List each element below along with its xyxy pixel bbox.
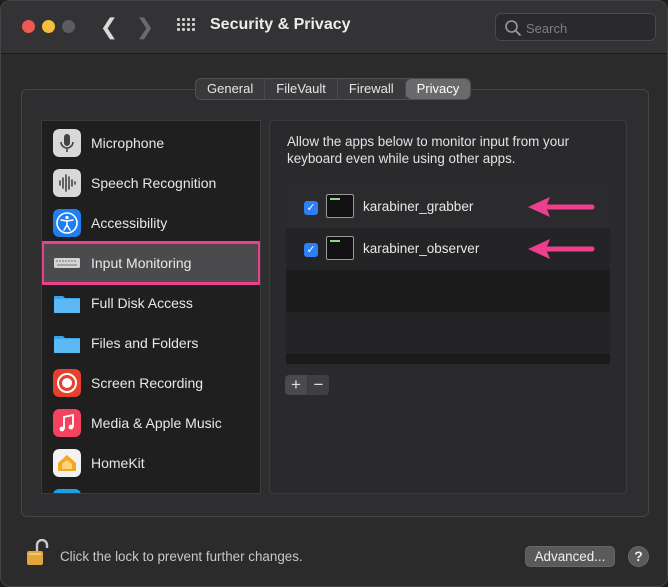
empty-list-row xyxy=(286,270,610,312)
app-checkbox[interactable]: ✓ xyxy=(304,243,318,257)
app-name: karabiner_observer xyxy=(363,241,480,256)
description-text: Allow the apps below to monitor input fr… xyxy=(287,134,570,166)
waveform-icon xyxy=(53,169,81,197)
microphone-icon xyxy=(53,129,81,157)
remove-app-button[interactable]: − xyxy=(307,375,329,395)
list-item-karabiner-observer[interactable]: ✓ karabiner_observer xyxy=(286,228,610,270)
tab-bar: General FileVault Firewall Privacy xyxy=(195,78,472,100)
sidebar-item-files-and-folders[interactable]: Files and Folders xyxy=(43,323,259,363)
sidebar-item-partial xyxy=(43,483,259,493)
keyboard-icon xyxy=(54,258,80,268)
terminal-icon xyxy=(326,194,354,218)
annotation-arrow-icon xyxy=(528,197,595,217)
tab-filevault[interactable]: FileVault xyxy=(265,79,338,99)
sidebar-item-label: HomeKit xyxy=(91,455,145,471)
folder-icon xyxy=(54,336,80,353)
privacy-category-list[interactable]: Microphone Speech Recognition Accessibil… xyxy=(41,120,261,494)
add-remove-control: + − xyxy=(285,375,329,395)
back-chevron-icon[interactable]: ❮ xyxy=(99,13,119,41)
home-icon xyxy=(53,449,81,477)
sidebar-item-label: Screen Recording xyxy=(91,375,204,391)
folder-icon xyxy=(54,296,80,313)
lock-status-text: Click the lock to prevent further change… xyxy=(60,549,303,564)
preferences-window: ❮ ❯ Security & Privacy General FileVault… xyxy=(0,0,668,587)
titlebar: ❮ ❯ Security & Privacy xyxy=(1,1,667,54)
search-field[interactable] xyxy=(495,13,656,41)
search-icon xyxy=(505,20,521,36)
sidebar-item-accessibility[interactable]: Accessibility xyxy=(43,203,259,243)
sidebar-item-label: Input Monitoring xyxy=(91,255,192,271)
sidebar-item-label: Files and Folders xyxy=(91,335,199,351)
zoom-window-button[interactable] xyxy=(62,20,75,33)
app-name: karabiner_grabber xyxy=(363,199,474,214)
sidebar-item-microphone[interactable]: Microphone xyxy=(43,123,259,163)
music-icon xyxy=(53,409,81,437)
search-input[interactable] xyxy=(526,17,651,39)
annotation-arrow-icon xyxy=(528,239,595,259)
screen-recording-icon xyxy=(53,369,81,397)
tab-privacy[interactable]: Privacy xyxy=(405,79,471,99)
advanced-button[interactable]: Advanced... xyxy=(525,546,615,567)
sidebar-item-label: Media & Apple Music xyxy=(91,415,222,431)
sidebar-item-speech-recognition[interactable]: Speech Recognition xyxy=(43,163,259,203)
window-title: Security & Privacy xyxy=(210,16,351,33)
help-button[interactable]: ? xyxy=(628,546,649,567)
app-checkbox[interactable]: ✓ xyxy=(304,201,318,215)
accessibility-icon xyxy=(53,209,81,237)
empty-list-row xyxy=(286,312,610,354)
app-icon xyxy=(53,489,81,493)
close-window-button[interactable] xyxy=(22,20,35,33)
terminal-icon xyxy=(326,236,354,260)
sidebar-item-screen-recording[interactable]: Screen Recording xyxy=(43,363,259,403)
list-item-karabiner-grabber[interactable]: ✓ karabiner_grabber xyxy=(286,186,610,228)
unlocked-lock-icon[interactable] xyxy=(25,539,49,567)
sidebar-item-label: Microphone xyxy=(91,135,165,151)
sidebar-item-label: Full Disk Access xyxy=(91,295,193,311)
sidebar-item-media-apple-music[interactable]: Media & Apple Music xyxy=(43,403,259,443)
show-all-grid-icon[interactable] xyxy=(177,18,195,36)
sidebar-item-full-disk-access[interactable]: Full Disk Access xyxy=(43,283,259,323)
forward-chevron-icon[interactable]: ❯ xyxy=(135,13,155,41)
add-app-button[interactable]: + xyxy=(285,375,307,395)
minimize-window-button[interactable] xyxy=(42,20,55,33)
sidebar-item-homekit[interactable]: HomeKit xyxy=(43,443,259,483)
sidebar-item-input-monitoring[interactable]: Input Monitoring xyxy=(42,241,260,285)
app-permission-list[interactable]: ✓ karabiner_grabber ✓ karabiner_observer xyxy=(286,186,610,364)
sidebar-item-label: Accessibility xyxy=(91,215,168,231)
tab-general[interactable]: General xyxy=(196,79,266,99)
sidebar-item-label: Speech Recognition xyxy=(91,175,217,191)
tab-firewall[interactable]: Firewall xyxy=(338,79,406,99)
